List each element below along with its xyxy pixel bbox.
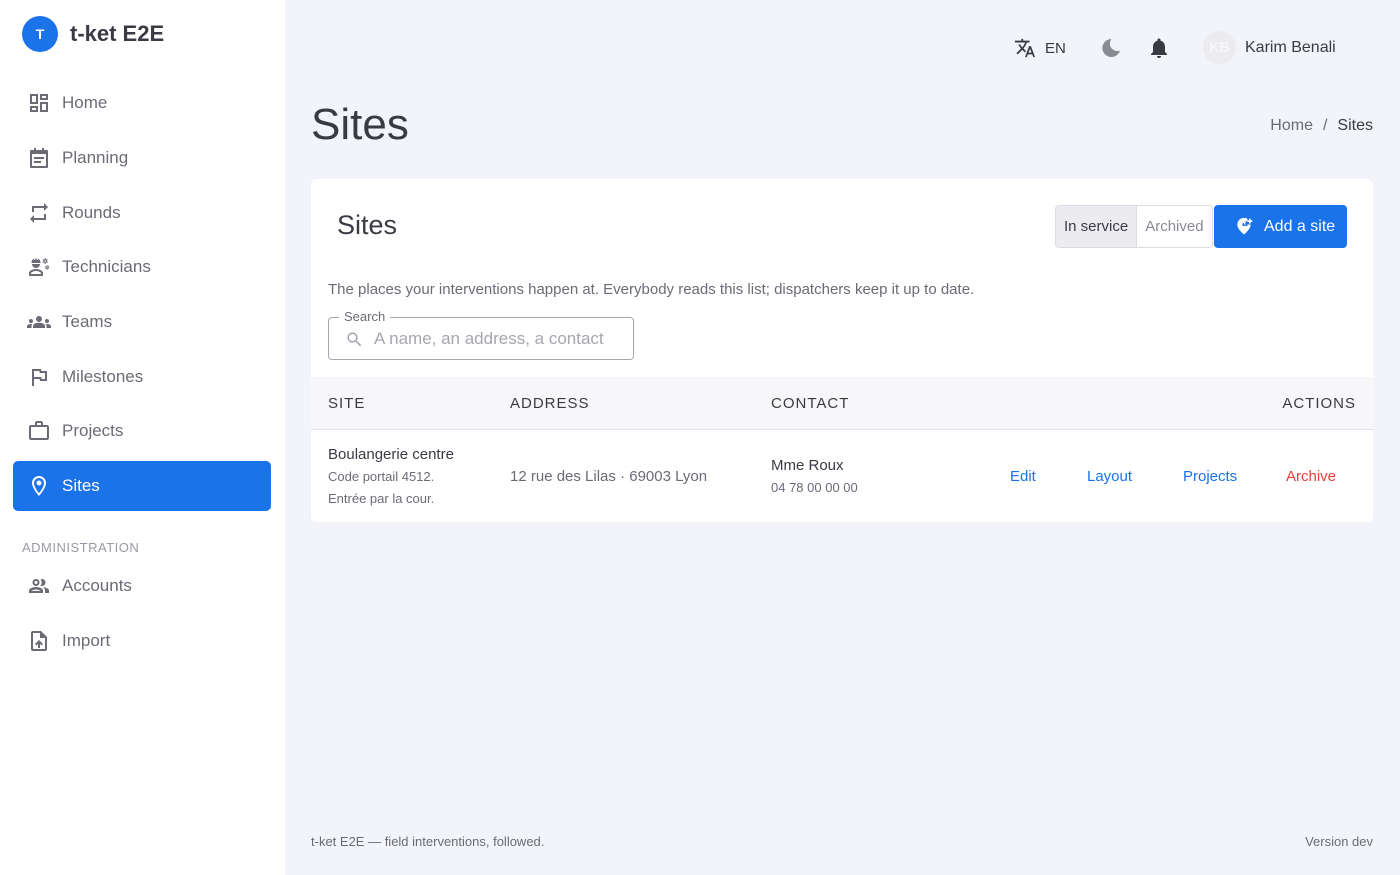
sidebar-item-label: Projects bbox=[62, 421, 124, 440]
sidebar-item-home[interactable]: Home bbox=[13, 78, 271, 128]
sidebar-item-label: Rounds bbox=[62, 203, 121, 222]
language-switcher[interactable]: EN bbox=[1014, 37, 1066, 59]
column-header-contact: CONTACT bbox=[771, 395, 850, 412]
sidebar-item-label: Accounts bbox=[62, 576, 132, 595]
sidebar-item-label: Import bbox=[62, 631, 111, 650]
column-header-site: SITE bbox=[328, 395, 366, 412]
sidebar-item-label: Technicians bbox=[62, 257, 151, 276]
sidebar-item-projects[interactable]: Projects bbox=[13, 406, 271, 456]
status-toggle: In service Archived bbox=[1055, 205, 1213, 248]
breadcrumb: Home / Sites bbox=[1270, 117, 1373, 135]
contact-name: Mme Roux bbox=[771, 457, 844, 474]
sidebar-item-label: Planning bbox=[62, 148, 129, 167]
groups-icon bbox=[27, 316, 51, 328]
contact-cell: Mme Roux 04 78 00 00 00 bbox=[771, 457, 858, 495]
breadcrumb-home[interactable]: Home bbox=[1270, 117, 1313, 135]
notifications-button[interactable] bbox=[1147, 36, 1171, 60]
sidebar-item-label: Milestones bbox=[62, 367, 144, 386]
table-row: Boulangerie centre Code portail 4512. En… bbox=[311, 430, 1373, 522]
sidebar-item-sites[interactable]: Sites bbox=[13, 461, 271, 511]
engineer-icon bbox=[29, 258, 50, 276]
card-title: Sites bbox=[337, 210, 398, 240]
sites-card: Sites In service Archived Add a site The… bbox=[311, 179, 1373, 522]
search-field: Search bbox=[328, 309, 634, 360]
dark-mode-toggle[interactable] bbox=[1099, 36, 1123, 60]
brand[interactable]: T t-ket E2E bbox=[22, 16, 164, 52]
sidebar-item-label: Home bbox=[62, 93, 108, 112]
table-header: SITE ADDRESS CONTACT ACTIONS bbox=[311, 377, 1373, 430]
search-input[interactable] bbox=[374, 318, 629, 359]
breadcrumb-current: Sites bbox=[1337, 117, 1373, 134]
search-icon bbox=[347, 332, 362, 347]
column-header-actions: ACTIONS bbox=[1282, 395, 1356, 412]
sidebar-item-technicians[interactable]: Technicians bbox=[13, 242, 271, 292]
sidebar-item-rounds[interactable]: Rounds bbox=[13, 188, 271, 238]
add-site-label: Add a site bbox=[1264, 217, 1336, 235]
sidebar-item-accounts[interactable]: Accounts bbox=[13, 561, 271, 611]
card-description: The places your interventions happen at.… bbox=[328, 281, 975, 298]
toggle-in-service[interactable]: In service bbox=[1056, 206, 1138, 247]
footer-tagline: t-ket E2E — field interventions, followe… bbox=[311, 834, 545, 849]
repeat-icon bbox=[30, 203, 48, 223]
archive-button[interactable]: Archive bbox=[1286, 468, 1336, 485]
contact-phone: 04 78 00 00 00 bbox=[771, 480, 858, 495]
user-menu[interactable]: KB Karim Benali bbox=[1203, 31, 1336, 64]
dashboard-icon bbox=[30, 94, 48, 112]
site-name: Boulangerie centre bbox=[328, 446, 454, 463]
add-location-icon bbox=[1237, 217, 1253, 234]
calendar-icon bbox=[30, 148, 48, 168]
briefcase-icon bbox=[29, 421, 49, 440]
sidebar-item-label: Teams bbox=[62, 312, 113, 331]
flag-icon bbox=[32, 369, 47, 386]
avatar: KB bbox=[1203, 31, 1236, 64]
brand-name: t-ket E2E bbox=[70, 21, 165, 46]
brand-logo: T bbox=[22, 16, 58, 52]
footer-version: Version dev bbox=[1305, 834, 1373, 849]
add-site-button[interactable]: Add a site bbox=[1214, 205, 1347, 248]
sidebar-item-import[interactable]: Import bbox=[13, 616, 271, 666]
layout-button[interactable]: Layout bbox=[1087, 468, 1132, 485]
sidebar: T t-ket E2E Home Planning Rounds Technic… bbox=[0, 0, 285, 875]
sidebar-item-planning[interactable]: Planning bbox=[13, 133, 271, 183]
upload-file-icon bbox=[31, 631, 47, 651]
column-header-address: ADDRESS bbox=[510, 395, 590, 412]
edit-button[interactable]: Edit bbox=[1010, 468, 1036, 485]
translate-icon bbox=[1014, 38, 1036, 58]
people-icon bbox=[29, 579, 49, 593]
location-pin-icon bbox=[32, 476, 46, 496]
site-address: 12 rue des Lilas · 69003 Lyon bbox=[510, 468, 708, 485]
moon-icon bbox=[1102, 38, 1120, 57]
toggle-archived[interactable]: Archived bbox=[1137, 206, 1212, 247]
sidebar-item-label: Sites bbox=[62, 476, 100, 495]
user-name: Karim Benali bbox=[1245, 38, 1336, 56]
site-note: Code portail 4512. bbox=[328, 469, 435, 484]
bell-icon bbox=[1151, 38, 1167, 58]
page-title: Sites bbox=[311, 100, 409, 149]
site-cell: Boulangerie centre Code portail 4512. En… bbox=[328, 446, 454, 510]
language-code: EN bbox=[1045, 39, 1066, 57]
projects-button[interactable]: Projects bbox=[1183, 468, 1237, 485]
sidebar-item-teams[interactable]: Teams bbox=[13, 297, 271, 347]
sidebar-section-heading: ADMINISTRATION bbox=[22, 540, 140, 555]
breadcrumb-separator: / bbox=[1322, 117, 1328, 134]
sidebar-item-milestones[interactable]: Milestones bbox=[13, 352, 271, 402]
site-note: Entrée par la cour. bbox=[328, 491, 435, 506]
